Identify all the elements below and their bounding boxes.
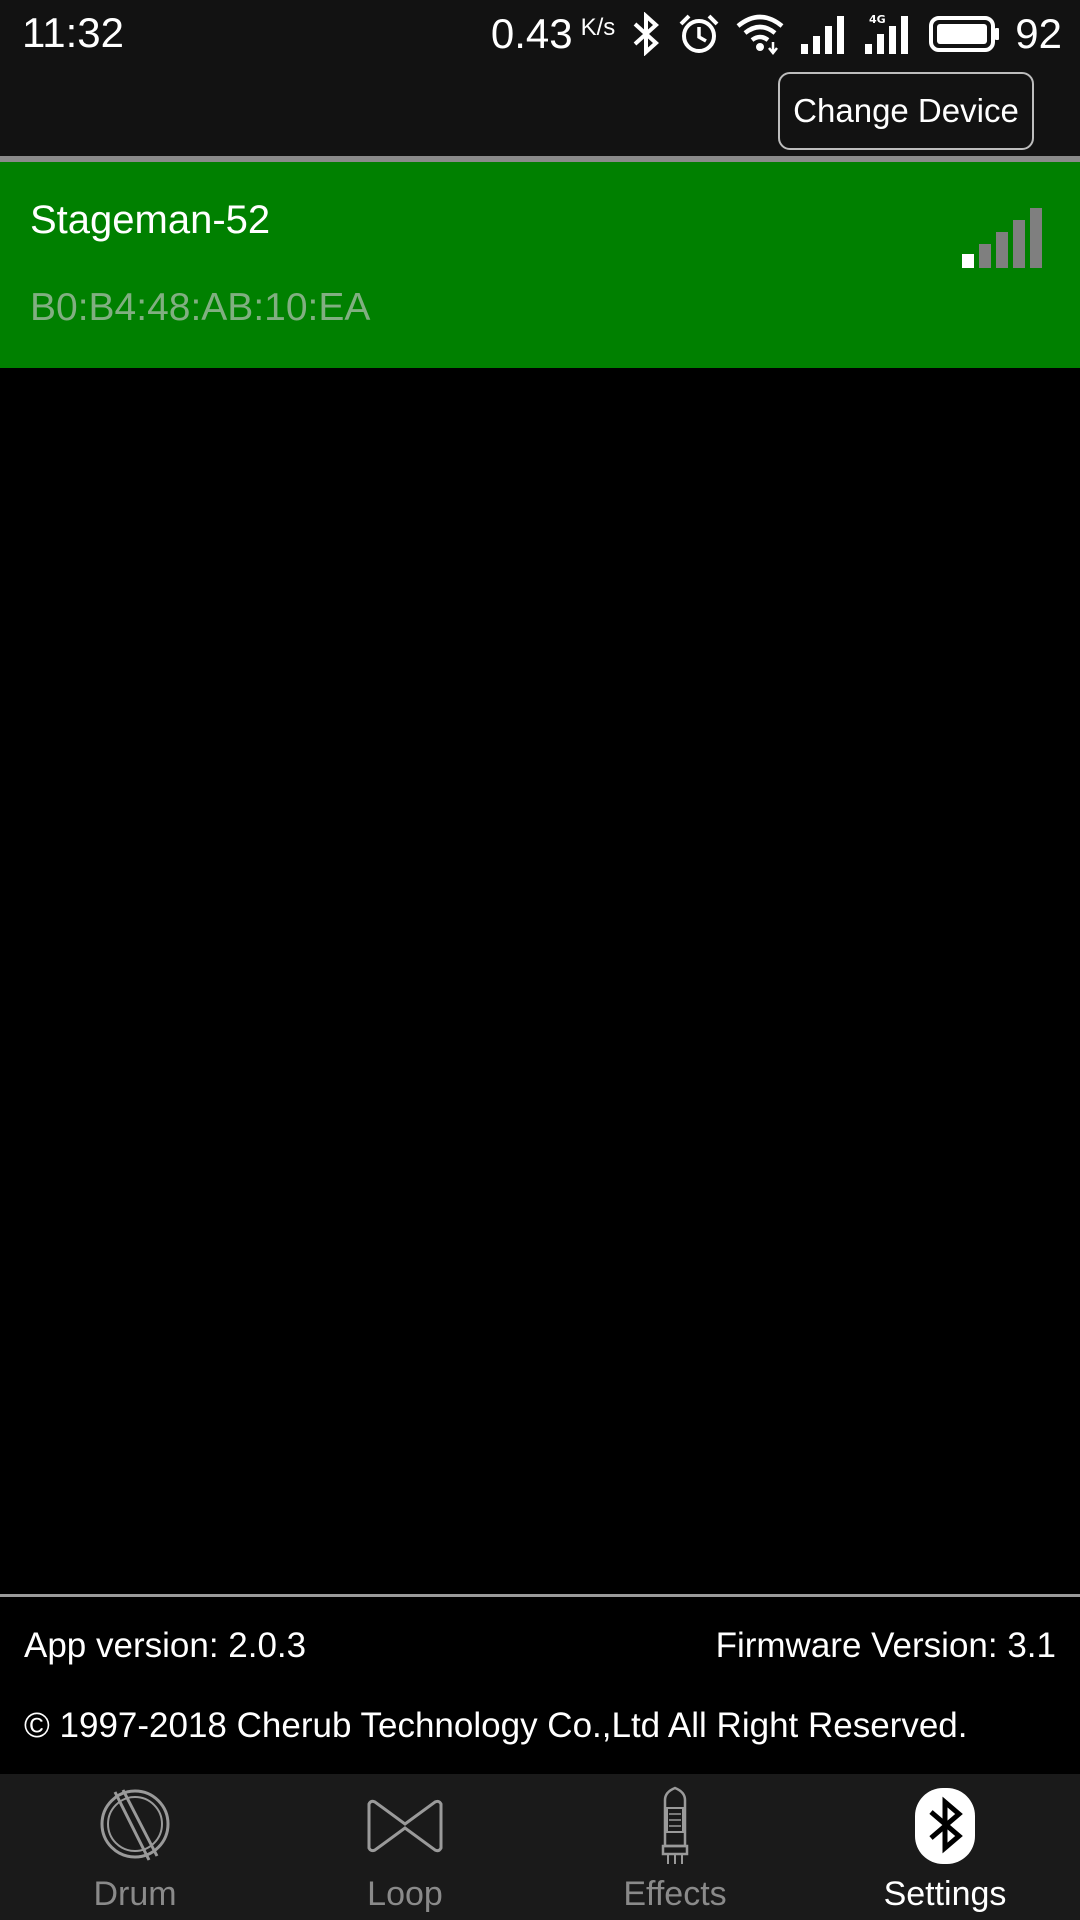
signal-bar bbox=[1013, 220, 1025, 268]
screen: 11:32 0.43 K/s 4G 92 Change Device Stage… bbox=[0, 0, 1080, 1920]
bluetooth-icon bbox=[633, 12, 660, 56]
device-mac-address: B0:B4:48:AB:10:EA bbox=[30, 286, 371, 329]
copyright: © 1997-2018 Cherub Technology Co.,Ltd Al… bbox=[24, 1706, 968, 1745]
4g-signal-icon: 4G bbox=[865, 13, 909, 54]
tab-loop[interactable]: Loop bbox=[270, 1774, 540, 1920]
device-name: Stageman-52 bbox=[30, 198, 271, 242]
tab-label: Loop bbox=[367, 1875, 443, 1913]
tab-drum[interactable]: Drum bbox=[0, 1774, 270, 1920]
tab-label: Drum bbox=[93, 1875, 177, 1913]
tab-settings[interactable]: Settings bbox=[810, 1774, 1080, 1920]
alarm-icon bbox=[679, 14, 719, 53]
status-time: 11:32 bbox=[22, 9, 124, 56]
change-device-button[interactable]: Change Device bbox=[778, 72, 1034, 150]
network-speed-unit: K/s bbox=[580, 14, 616, 41]
status-bar: 11:32 0.43 K/s 4G 92 bbox=[0, 0, 1080, 66]
network-speed: 0.43 K/s bbox=[491, 10, 615, 58]
cell-signal-icon bbox=[801, 16, 845, 54]
battery-icon bbox=[929, 16, 1000, 52]
status-icons: 0.43 K/s 4G 92 bbox=[491, 6, 1062, 62]
header: Change Device bbox=[0, 66, 1080, 156]
tab-label: Settings bbox=[883, 1875, 1007, 1913]
bluetooth-icon bbox=[915, 1788, 975, 1864]
svg-text:4G: 4G bbox=[869, 13, 886, 26]
wifi-icon bbox=[736, 14, 784, 56]
tab-effects[interactable]: Effects bbox=[540, 1774, 810, 1920]
network-speed-value: 0.43 bbox=[490, 10, 573, 57]
drum-icon bbox=[100, 1789, 170, 1861]
app-version: App version: 2.0.3 bbox=[24, 1626, 307, 1665]
battery-level: 92 bbox=[1015, 10, 1062, 57]
device-row[interactable]: Stageman-52 B0:B4:48:AB:10:EA bbox=[0, 162, 1080, 368]
tab-bar: Drum Loop Effects Settings bbox=[0, 1774, 1080, 1920]
loop-icon bbox=[367, 1799, 443, 1853]
footer-divider bbox=[0, 1594, 1080, 1597]
tube-icon bbox=[661, 1786, 689, 1864]
signal-bar bbox=[979, 244, 991, 268]
signal-bar bbox=[1030, 208, 1042, 268]
signal-strength-icon bbox=[962, 208, 1042, 268]
signal-bar bbox=[962, 254, 974, 268]
tab-label: Effects bbox=[623, 1875, 727, 1913]
signal-bar bbox=[996, 232, 1008, 268]
firmware-version: Firmware Version: 3.1 bbox=[715, 1626, 1056, 1665]
